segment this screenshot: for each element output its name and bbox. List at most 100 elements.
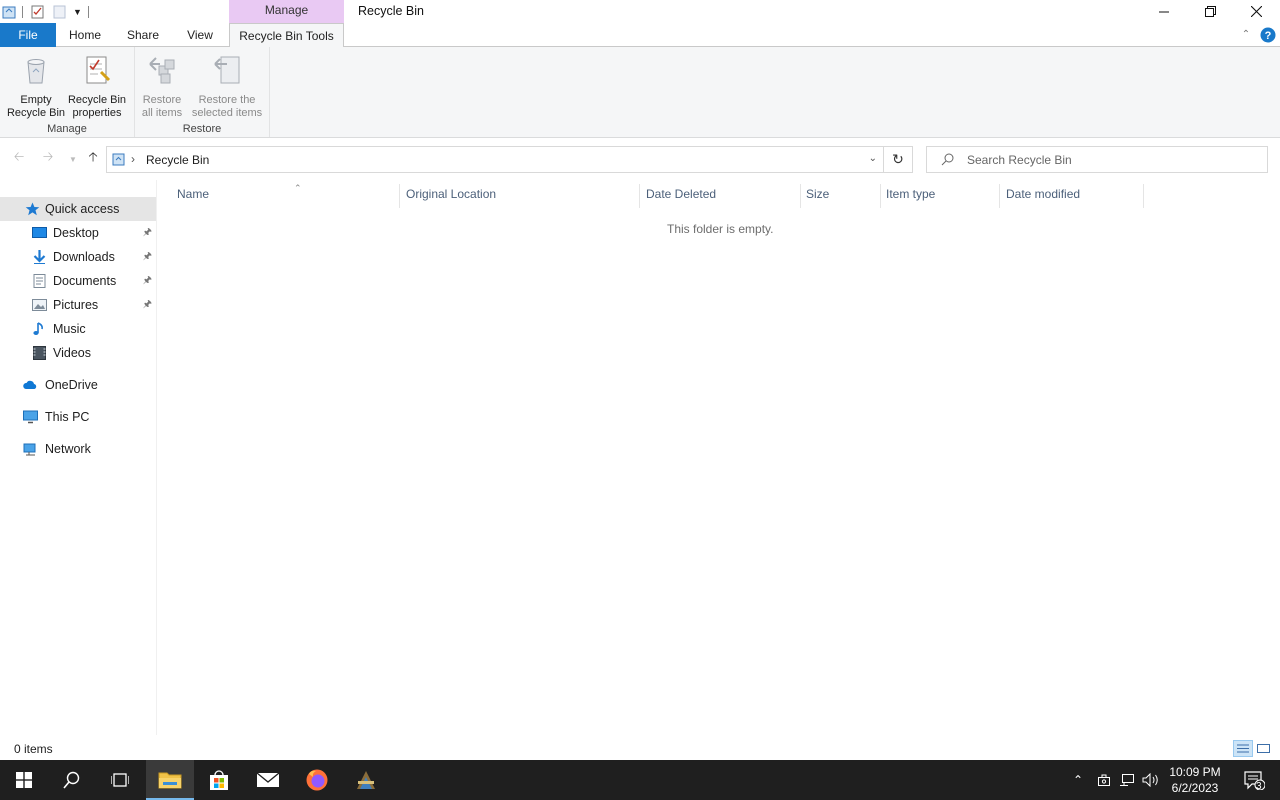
network-status-button[interactable] [1116,760,1138,800]
action-center-button[interactable]: 3 [1234,760,1274,800]
meet-now-icon [1098,774,1110,786]
large-icons-view-icon[interactable] [1256,740,1272,757]
speaker-icon [1142,773,1158,787]
taskbar-clock[interactable]: 10:09 PM 6/2/2023 [1160,764,1230,796]
empty-recycle-bin-label-2: Recycle Bin [6,107,66,119]
windows-logo-icon [16,772,32,788]
restore-selected-items-button[interactable]: Restore the selected items [187,52,267,120]
new-folder-icon[interactable] [53,5,67,19]
network-ethernet-icon [1120,774,1134,786]
restore-button[interactable] [1187,0,1233,23]
nav-downloads[interactable]: Downloads 🖈 [0,245,156,269]
item-count: 0 items [14,742,53,756]
nav-onedrive[interactable]: OneDrive [0,373,156,397]
context-tab-header: Manage [229,0,344,23]
clock-time: 10:09 PM [1169,765,1221,779]
column-header-date-modified[interactable]: Date modified [999,184,1144,208]
search-box[interactable] [926,146,1268,173]
file-explorer-taskbar-button[interactable] [146,760,194,800]
close-icon [1250,6,1262,17]
help-icon: ? [1260,27,1276,43]
archiver-taskbar-button[interactable] [342,760,390,800]
start-button[interactable] [0,760,48,800]
store-taskbar-button[interactable] [195,760,243,800]
address-bar[interactable]: › Recycle Bin ⌄ [106,146,884,173]
refresh-icon: ↻ [892,151,904,167]
task-view-button[interactable] [96,760,144,800]
breadcrumb[interactable]: Recycle Bin [146,153,209,167]
properties-icon[interactable] [31,5,45,19]
minimize-icon [1159,11,1169,12]
ribbon: Empty Recycle Bin Recycle Bin properties… [0,47,1280,138]
nav-music[interactable]: Music [0,317,156,341]
pin-icon[interactable]: 🖈 [143,245,152,269]
restore-all-items-button[interactable]: Restore all items [135,52,189,120]
meet-now-button[interactable] [1094,760,1114,800]
file-explorer-icon [158,772,182,789]
nav-network[interactable]: Network [0,437,156,461]
tab-home[interactable]: Home [62,23,108,47]
column-header-date-deleted[interactable]: Date Deleted [639,184,801,208]
up-button[interactable]: 🡡 [82,149,104,169]
back-button[interactable]: 🡠 [8,149,30,169]
refresh-button[interactable]: ↻ [884,146,913,173]
pin-icon[interactable]: 🖈 [143,221,152,245]
restore-group-label: Restore [182,123,222,135]
search-icon [63,771,80,789]
nav-this-pc[interactable]: This PC [0,405,156,429]
volume-button[interactable] [1140,760,1162,800]
recycle-bin-app-icon [2,6,16,18]
details-view-icon[interactable] [1233,740,1253,757]
tab-share[interactable]: Share [120,23,166,47]
nav-downloads-label: Downloads [53,250,115,264]
task-view-icon [111,773,129,787]
mail-taskbar-button[interactable] [244,760,292,800]
pin-icon[interactable]: 🖈 [143,269,152,293]
firefox-taskbar-button[interactable] [293,760,341,800]
help-button[interactable]: ? [1259,23,1277,47]
desktop-icon [32,227,47,238]
restore-all-label-1: Restore [142,94,182,106]
restore-selected-icon [214,56,240,84]
breadcrumb-chevron-icon[interactable]: › [131,152,135,166]
tab-view[interactable]: View [178,23,222,47]
nav-desktop-label: Desktop [53,226,99,240]
tab-file[interactable]: File [0,23,56,47]
nav-onedrive-label: OneDrive [45,378,98,392]
minimize-button[interactable] [1141,0,1187,23]
tab-recycle-bin-tools[interactable]: Recycle Bin Tools [229,23,344,48]
search-taskbar-button[interactable] [48,760,96,800]
search-input[interactable] [967,147,1257,172]
chevron-down-icon: ▼ [69,154,77,164]
nav-pictures[interactable]: Pictures 🖈 [0,293,156,317]
window-title: Recycle Bin [358,4,424,18]
address-dropdown-icon[interactable]: ⌄ [869,153,877,164]
nav-videos[interactable]: Videos [0,341,156,365]
recycle-bin-properties-button[interactable]: Recycle Bin properties [66,52,128,120]
forward-button[interactable]: 🡢 [37,149,59,169]
download-icon [33,250,46,264]
qat-customize-icon[interactable]: ▼ [73,7,82,17]
recent-locations-button[interactable]: ▼ [62,149,84,169]
column-header-item-type[interactable]: Item type [879,184,1000,208]
pictures-icon [32,299,47,311]
nav-videos-label: Videos [53,346,91,360]
column-header-size[interactable]: Size [799,184,881,208]
collapse-ribbon-icon[interactable]: ⌃ [1238,23,1254,47]
nav-desktop[interactable]: Desktop 🖈 [0,221,156,245]
file-list: ⌃ Name Original Location Date Deleted Si… [157,180,1280,735]
clock-date: 6/2/2023 [1171,781,1219,795]
back-arrow-icon: 🡠 [13,149,25,164]
column-header-original-location[interactable]: Original Location [399,184,640,208]
taskbar: ⌃ 10:09 PM 6/2/2023 3 [0,760,1280,800]
pin-icon[interactable]: 🖈 [143,293,152,317]
restore-all-label-2: all items [141,107,183,119]
show-hidden-icons-button[interactable]: ⌃ [1068,760,1088,800]
empty-recycle-bin-button[interactable]: Empty Recycle Bin [4,52,68,120]
nav-quick-access[interactable]: Quick access [0,197,156,221]
column-header-name[interactable]: ⌃ Name [170,183,400,208]
nav-documents[interactable]: Documents 🖈 [0,269,156,293]
close-button[interactable] [1233,0,1279,23]
empty-recycle-bin-label-1: Empty [20,94,52,106]
empty-folder-message: This folder is empty. [667,222,774,236]
